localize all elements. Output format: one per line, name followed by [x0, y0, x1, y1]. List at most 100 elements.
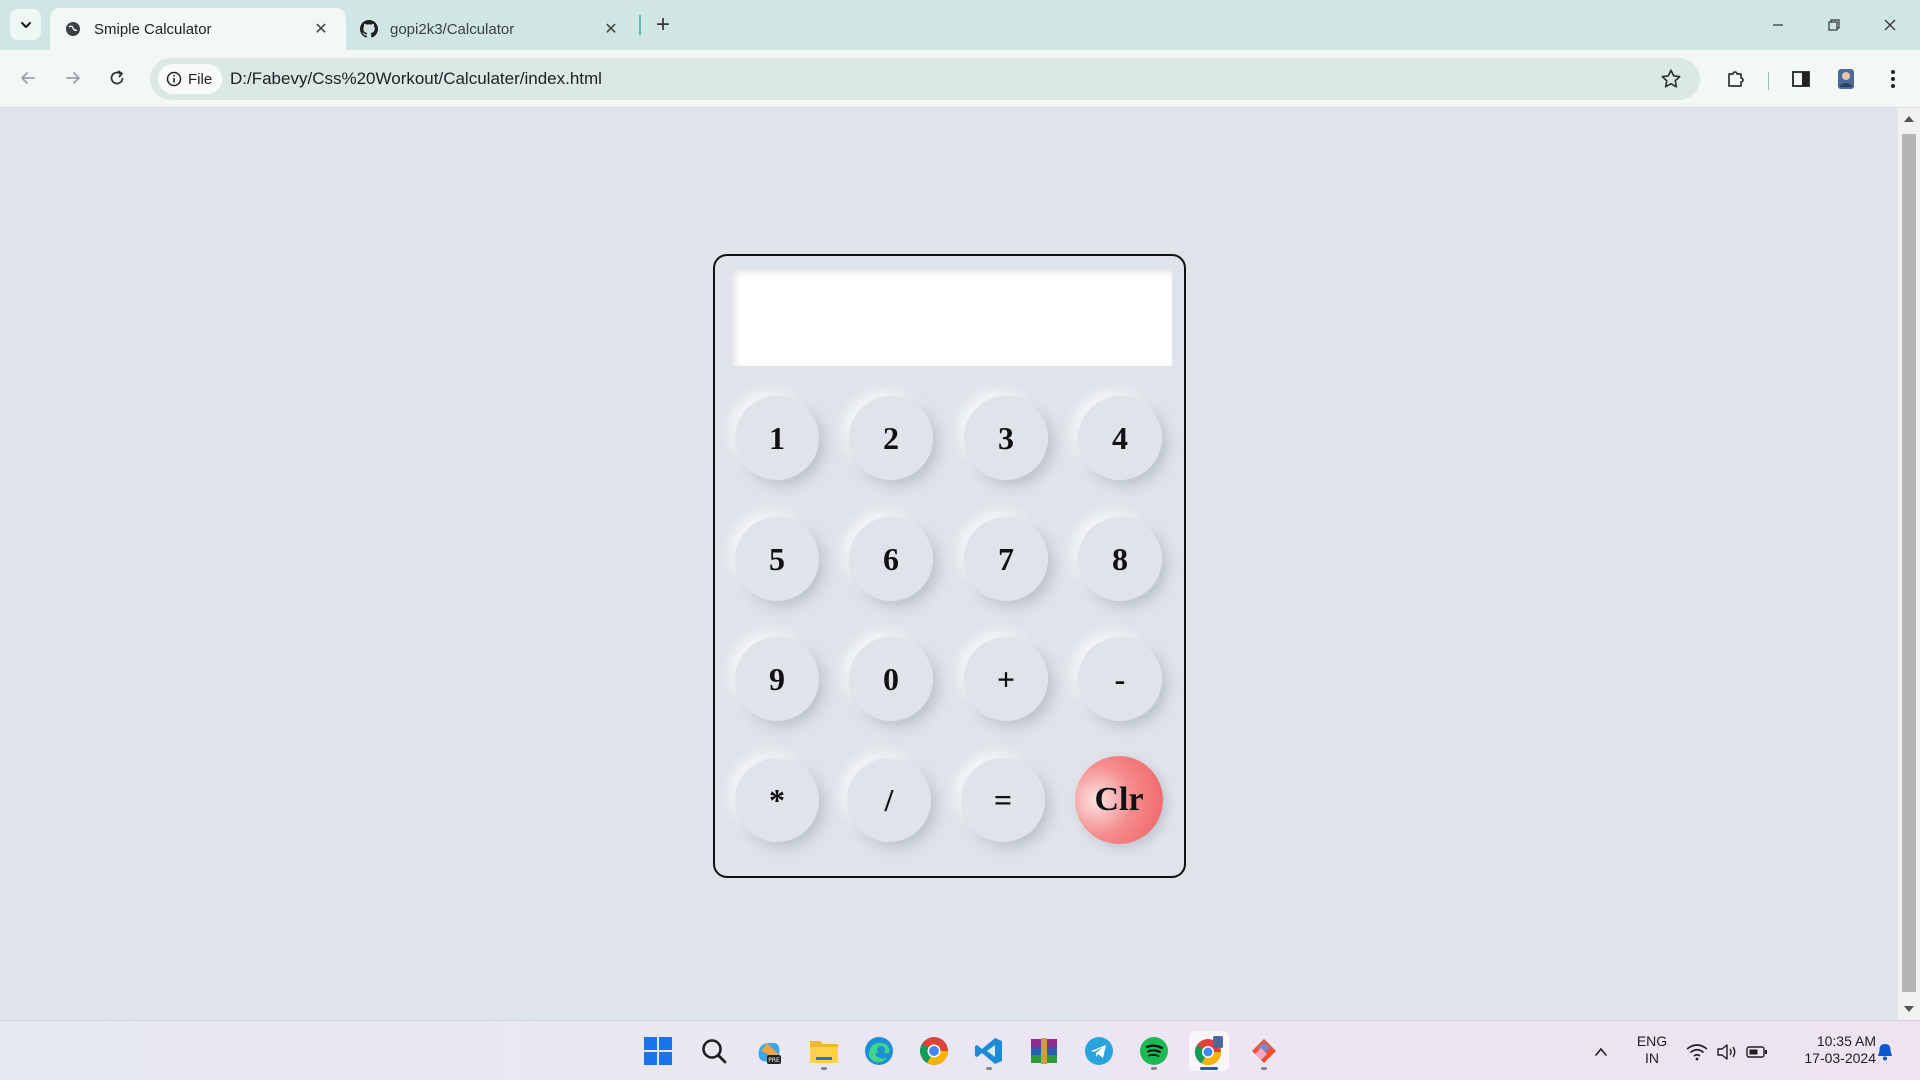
- clear-key[interactable]: Clr: [1075, 756, 1163, 844]
- tab-search-button[interactable]: [10, 9, 41, 40]
- browser-toolbar: File D:/Fabevy/Css%20Workout/Calculater/…: [0, 50, 1920, 108]
- address-bar[interactable]: File D:/Fabevy/Css%20Workout/Calculater/…: [150, 58, 1700, 100]
- tab-smiple-calculator[interactable]: Smiple Calculator ✕: [50, 8, 346, 50]
- info-icon: [166, 71, 182, 87]
- restore-button[interactable]: [1806, 0, 1862, 50]
- chrome-app[interactable]: [914, 1031, 954, 1071]
- puzzle-icon: [1728, 71, 1744, 87]
- bell-icon: [1878, 1044, 1892, 1061]
- battery-status[interactable]: [1746, 1041, 1768, 1063]
- scroll-up-arrow-icon[interactable]: [1904, 116, 1914, 122]
- key-6[interactable]: 6: [849, 517, 933, 601]
- chrome-profile-app[interactable]: [1189, 1031, 1229, 1071]
- wifi-status[interactable]: [1686, 1041, 1708, 1063]
- clock[interactable]: 10:35 AM 17-03-2024: [1780, 1033, 1876, 1067]
- active-indicator: [1200, 1067, 1218, 1070]
- file-explorer-app[interactable]: [804, 1031, 844, 1071]
- input-language[interactable]: ENG IN: [1632, 1033, 1672, 1067]
- new-tab-button[interactable]: +: [650, 11, 676, 38]
- region-label: IN: [1645, 1050, 1659, 1066]
- site-info-chip[interactable]: File: [158, 64, 223, 94]
- svg-text:PRE: PRE: [768, 1057, 780, 1064]
- close-icon: [1884, 19, 1896, 31]
- winrar-icon: [1031, 1038, 1057, 1064]
- tab-strip: Smiple Calculator ✕ gopi2k3/Calculator ✕…: [0, 0, 1920, 50]
- equals-key[interactable]: =: [961, 758, 1045, 842]
- extensions-button[interactable]: [1720, 63, 1752, 95]
- key-8[interactable]: 8: [1078, 517, 1162, 601]
- search-icon: [702, 1039, 727, 1064]
- telegram-icon: [1085, 1037, 1113, 1065]
- site-info-label: File: [188, 70, 213, 88]
- edge-icon: [865, 1037, 893, 1065]
- taskbar-search-button[interactable]: [694, 1031, 734, 1071]
- chrome-icon: [920, 1037, 948, 1065]
- scroll-thumb[interactable]: [1902, 134, 1916, 992]
- copilot-app[interactable]: PRE: [749, 1031, 789, 1071]
- running-indicator: [821, 1067, 827, 1070]
- add-key[interactable]: +: [964, 637, 1048, 721]
- close-tab-icon[interactable]: ✕: [600, 18, 622, 40]
- git-icon: [1252, 1039, 1276, 1063]
- profile-avatar[interactable]: [1830, 63, 1862, 95]
- show-hidden-icons-button[interactable]: [1590, 1041, 1612, 1063]
- minimize-button[interactable]: [1750, 0, 1806, 50]
- git-app[interactable]: [1244, 1031, 1284, 1071]
- page-viewport: 1 2 3 4 5 6 7 8 9 0 + - * / = Clr: [0, 108, 1898, 1020]
- start-button[interactable]: [638, 1031, 678, 1071]
- divide-key[interactable]: /: [847, 758, 931, 842]
- github-icon: [360, 20, 378, 38]
- speaker-icon: [1717, 1044, 1736, 1060]
- tab-title: gopi2k3/Calculator: [390, 20, 515, 38]
- tab-title: Smiple Calculator: [94, 20, 212, 38]
- page-scrollbar[interactable]: [1898, 108, 1920, 1020]
- side-panel-icon: [1792, 71, 1810, 87]
- vscode-icon: [975, 1038, 1002, 1064]
- key-7[interactable]: 7: [964, 517, 1048, 601]
- notifications-button[interactable]: [1874, 1041, 1896, 1063]
- wifi-icon: [1686, 1044, 1708, 1061]
- close-window-button[interactable]: [1862, 0, 1918, 50]
- copilot-icon: PRE: [758, 1043, 781, 1064]
- key-5[interactable]: 5: [735, 517, 819, 601]
- clock-date: 17-03-2024: [1804, 1050, 1876, 1066]
- chevron-up-icon: [1595, 1047, 1607, 1056]
- running-indicator: [986, 1067, 992, 1070]
- running-indicator: [1261, 1067, 1267, 1070]
- toolbar-divider: [1768, 72, 1769, 90]
- chevron-down-icon: [20, 21, 31, 28]
- key-0[interactable]: 0: [849, 637, 933, 721]
- tab-gopi2k3-calculator[interactable]: gopi2k3/Calculator ✕: [346, 8, 636, 50]
- volume-status[interactable]: [1716, 1041, 1738, 1063]
- key-4[interactable]: 4: [1078, 396, 1162, 480]
- restore-icon: [1828, 19, 1840, 31]
- key-3[interactable]: 3: [964, 396, 1048, 480]
- key-9[interactable]: 9: [735, 637, 819, 721]
- side-panel-button[interactable]: [1785, 63, 1817, 95]
- back-button[interactable]: [11, 61, 45, 95]
- spotify-app[interactable]: [1134, 1031, 1174, 1071]
- calculator-display[interactable]: [731, 268, 1172, 366]
- url-text[interactable]: D:/Fabevy/Css%20Workout/Calculater/index…: [230, 58, 602, 100]
- subtract-key[interactable]: -: [1078, 637, 1162, 721]
- close-tab-icon[interactable]: ✕: [310, 18, 332, 40]
- telegram-app[interactable]: [1079, 1031, 1119, 1071]
- forward-button[interactable]: [56, 61, 90, 95]
- scroll-down-arrow-icon[interactable]: [1904, 1006, 1914, 1012]
- multiply-key[interactable]: *: [735, 758, 819, 842]
- edge-app[interactable]: [859, 1031, 899, 1071]
- tab-divider: [639, 15, 641, 35]
- chrome-profile-icon: [1194, 1036, 1223, 1066]
- kebab-menu-icon: [1891, 70, 1895, 88]
- winrar-app[interactable]: [1024, 1031, 1064, 1071]
- vscode-app[interactable]: [969, 1031, 1009, 1071]
- battery-icon: [1746, 1046, 1767, 1058]
- key-2[interactable]: 2: [849, 396, 933, 480]
- language-label: ENG: [1636, 1033, 1668, 1049]
- reload-icon: [110, 70, 124, 85]
- arrow-right-icon: [66, 72, 80, 84]
- key-1[interactable]: 1: [735, 396, 819, 480]
- bookmark-star-icon[interactable]: [1660, 68, 1682, 90]
- chrome-menu-button[interactable]: [1877, 63, 1909, 95]
- reload-button[interactable]: [100, 61, 134, 95]
